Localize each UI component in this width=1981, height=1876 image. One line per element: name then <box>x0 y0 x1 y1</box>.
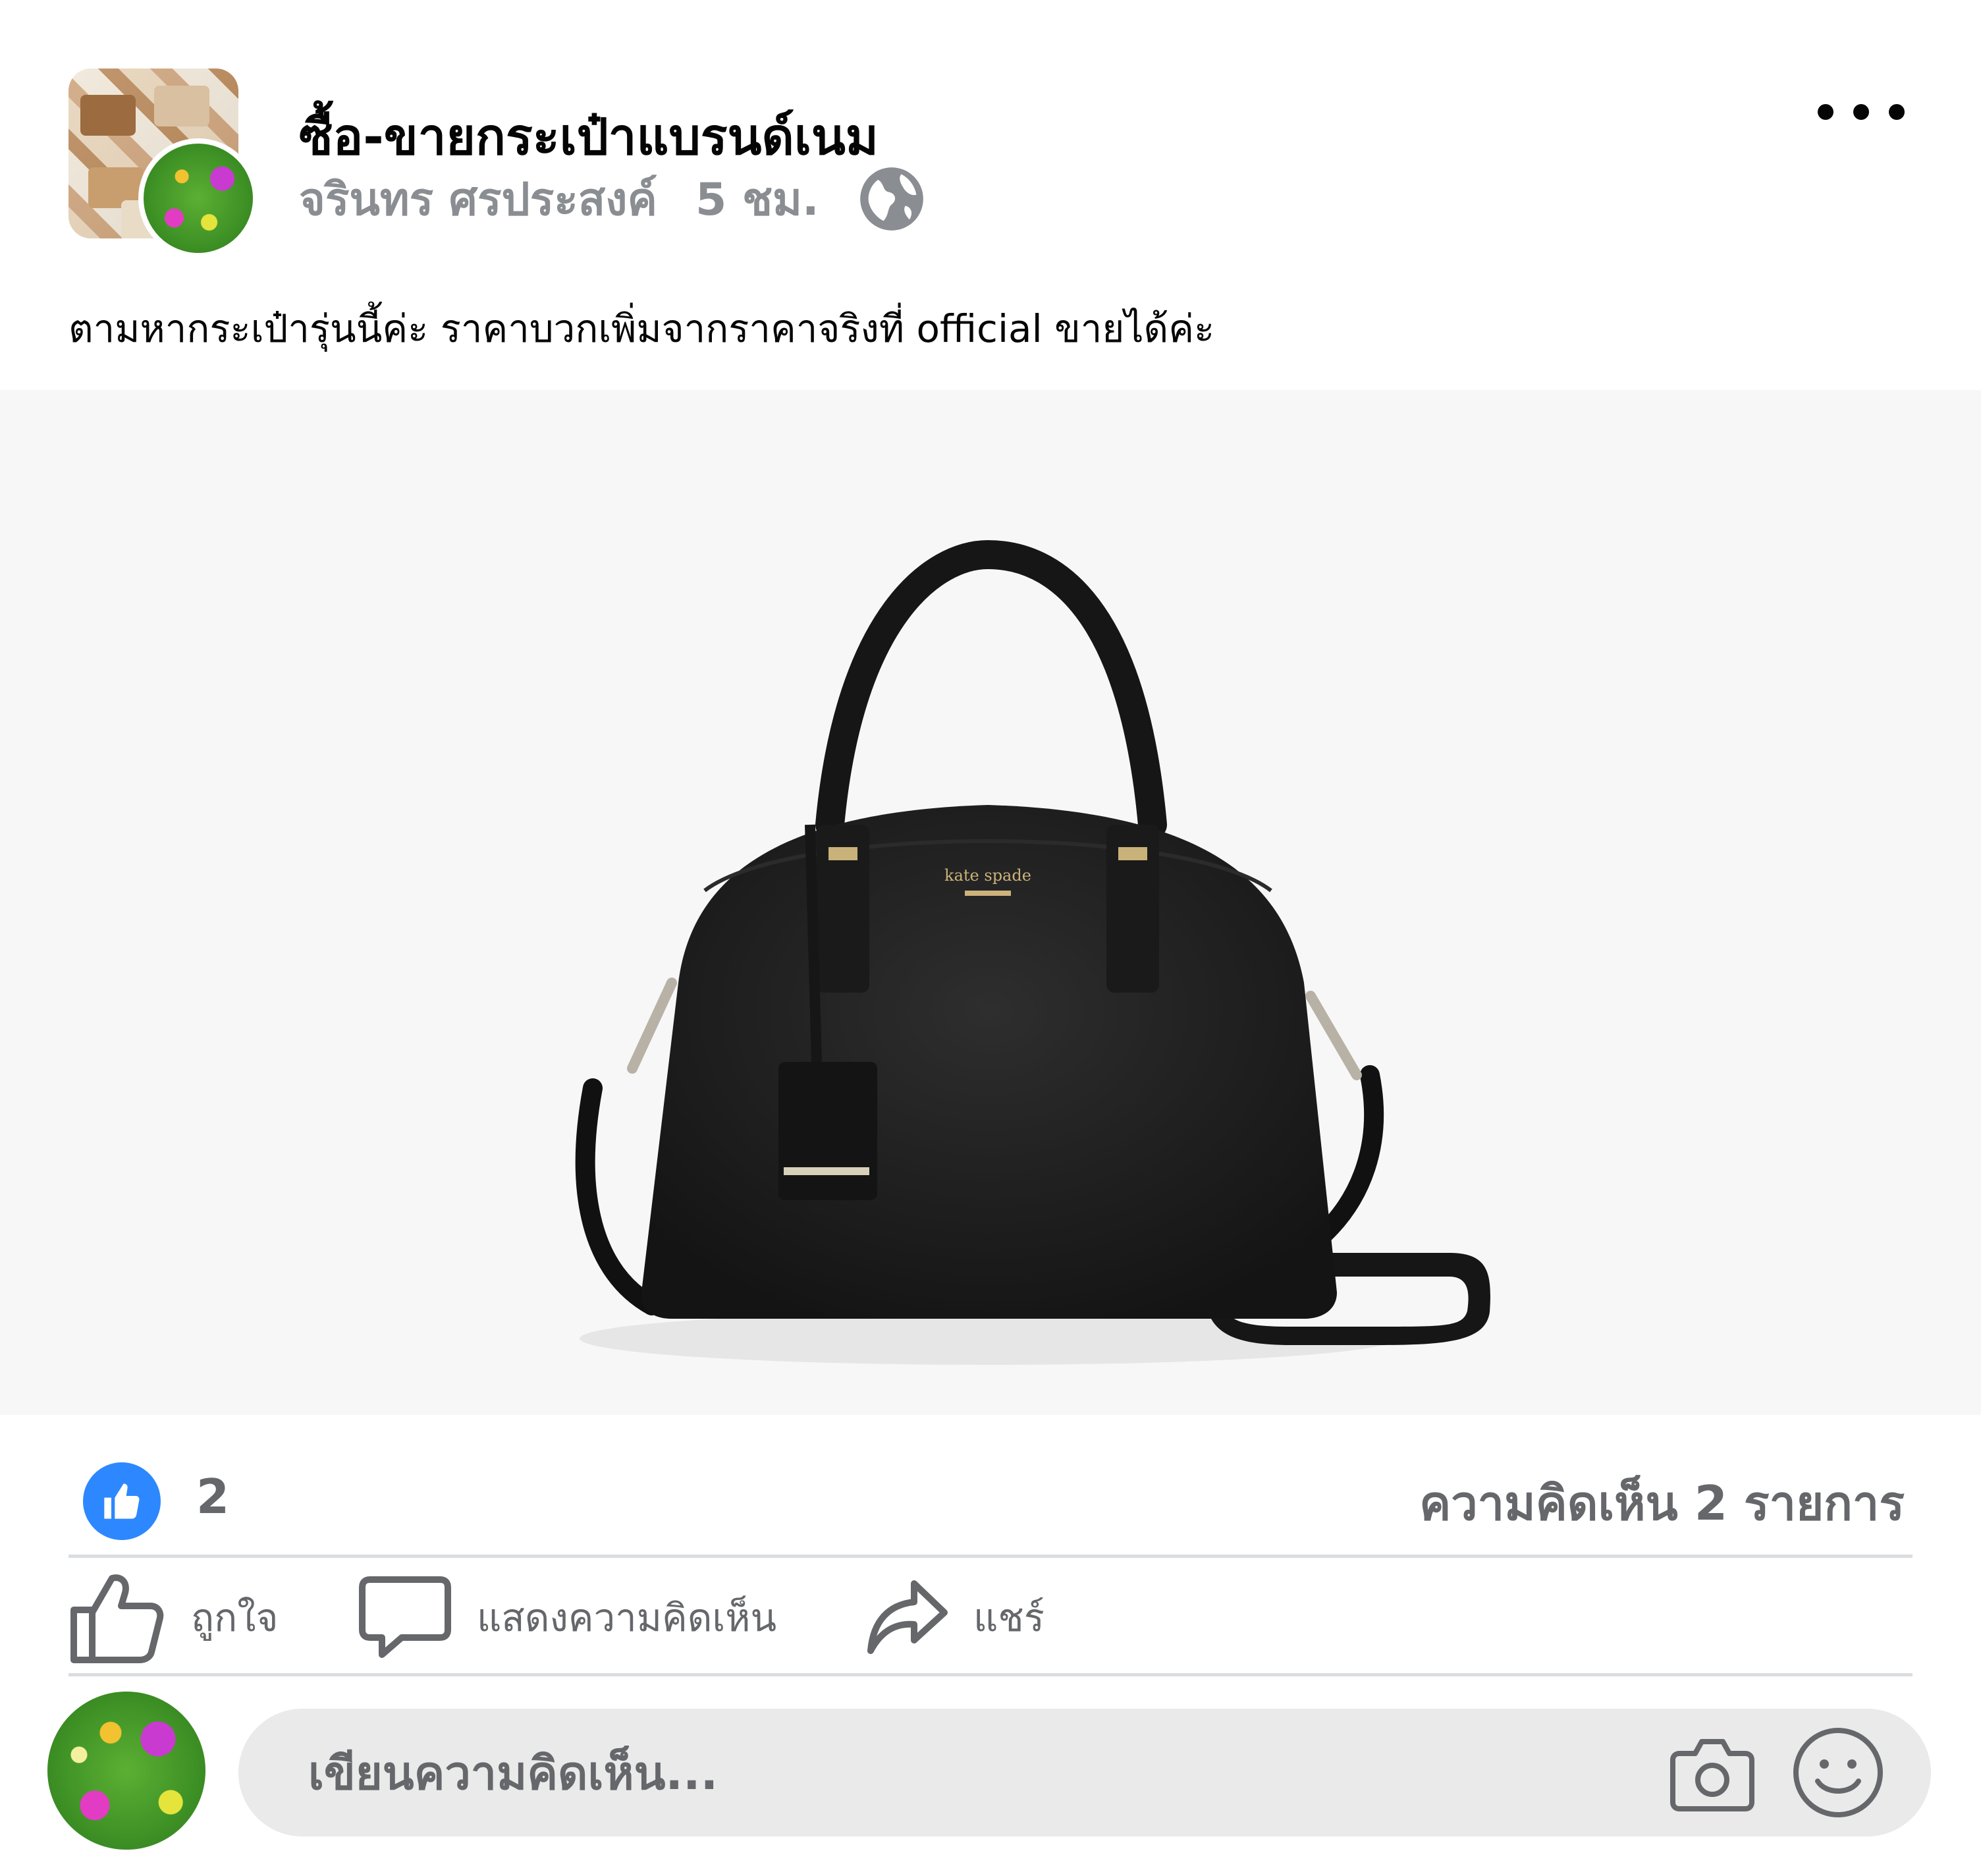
more-dot <box>1889 104 1905 120</box>
current-user-avatar[interactable] <box>47 1692 205 1850</box>
author-name[interactable]: จรินทร ศรประสงค์ <box>299 163 657 234</box>
share-label: แชร์ <box>973 1595 1045 1640</box>
like-label: ถูกใจ <box>191 1595 279 1640</box>
post-meta: จรินทร ศรประสงค์ 5 ชม. <box>299 163 926 234</box>
like-button[interactable]: ถูกใจ <box>68 1569 279 1665</box>
handbag-photo: kate spade <box>575 539 1490 1365</box>
comment-icon <box>359 1576 451 1658</box>
like-reaction-icon[interactable] <box>83 1462 161 1540</box>
emoji-icon[interactable] <box>1791 1726 1885 1819</box>
reaction-count[interactable]: 2 <box>196 1469 229 1524</box>
divider <box>68 1673 1913 1676</box>
more-dot <box>1853 104 1869 120</box>
author-avatar[interactable] <box>138 138 258 258</box>
brand-logo: kate spade <box>944 866 1031 885</box>
share-icon <box>867 1580 948 1654</box>
post-text: ตามหากระเป๋ารุ่นนี้ค่ะ ราคาบวกเพิ่มจากรา… <box>68 306 1215 351</box>
avatar-tile <box>154 86 209 126</box>
comment-input[interactable] <box>307 1734 1627 1813</box>
camera-icon[interactable] <box>1670 1734 1754 1811</box>
thumb-up-icon <box>104 1483 140 1519</box>
avatar-tile <box>80 95 136 136</box>
like-icon <box>70 1574 164 1663</box>
comment-count-link[interactable]: ความคิดเห็น 2 รายการ <box>1419 1465 1905 1541</box>
more-options-icon[interactable] <box>1818 92 1905 132</box>
post-time[interactable]: 5 ชม. <box>695 163 819 234</box>
share-button[interactable]: แชร์ <box>867 1569 1045 1665</box>
comment-composer[interactable] <box>238 1709 1931 1836</box>
divider <box>68 1555 1913 1558</box>
globe-icon <box>859 167 923 231</box>
comment-button[interactable]: แสดงความคิดเห็น <box>358 1569 776 1665</box>
post-photo[interactable]: kate spade <box>0 390 1981 1415</box>
comment-label: แสดงความคิดเห็น <box>477 1595 777 1640</box>
more-dot <box>1818 104 1833 120</box>
